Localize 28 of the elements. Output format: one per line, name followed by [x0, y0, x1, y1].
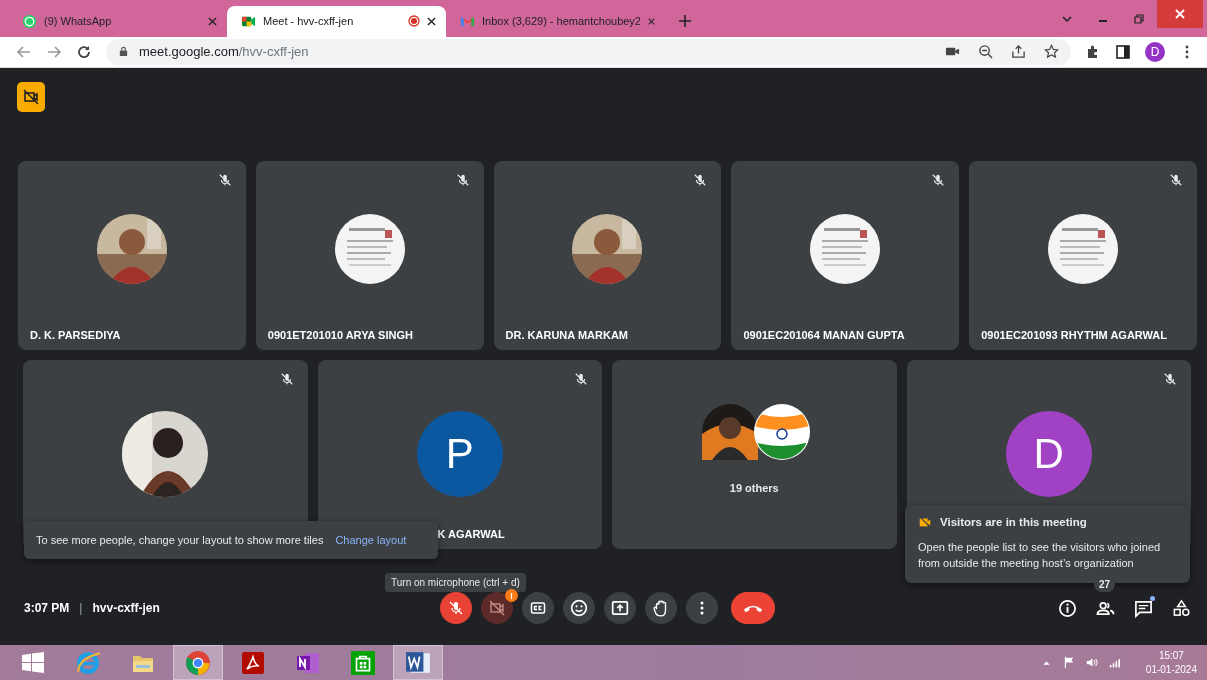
letter-avatar: P: [416, 411, 503, 498]
separator: |: [79, 601, 83, 615]
participant-name: 0901ET201010 ARYA SINGH: [267, 328, 413, 341]
meeting-code: hvv-cxff-jen: [92, 601, 160, 615]
notice-title: Visitors are in this meeting: [940, 515, 1087, 528]
tab-title: Meet - hvv-cxff-jen: [263, 15, 355, 28]
letter-avatar: D: [1005, 411, 1092, 498]
clock-date: 01-01-2024: [1145, 664, 1197, 675]
clock-time: 15:07: [1158, 650, 1184, 661]
participant-name: D. K. PARSEDIYA: [30, 328, 121, 341]
meeting-time: 3:07 PM: [24, 601, 70, 615]
browser-tab[interactable]: Meet - hvv-cxff-jen: [227, 5, 446, 37]
participant-name: DR. KARUNA MARKAM: [505, 328, 628, 341]
tooltip: Turn on microphone (ctrl + d): [385, 572, 526, 592]
browser-tab[interactable]: (9) WhatsApp: [8, 5, 227, 37]
address-field[interactable]: meet.google.com/hvv-cxff-jen: [106, 38, 1071, 65]
notice-text: Open the people list to see the visitors who joined from outside the meeting host’s organization: [918, 539, 1162, 571]
browser-tab[interactable]: Inbox (3,629) - hemantchoubey2: [446, 5, 665, 37]
participant-count: 19 others: [729, 482, 779, 495]
tab-title: Inbox (3,629) - hemantchoubey2: [482, 15, 641, 28]
participant-name: 0901EC201093 RHYTHM AGARWAL: [981, 328, 1168, 341]
change-layout-link[interactable]: Change layout: [335, 533, 407, 546]
toast-message: To see more people, change your layout to show more tiles: [36, 533, 324, 546]
tab-title: (9) WhatsApp: [44, 15, 113, 28]
participant-name: 0901EC201064 MANAN GUPTA: [743, 328, 905, 341]
profile-avatar[interactable]: D: [1145, 41, 1165, 62]
participant-name: K AGARWAL: [437, 527, 505, 540]
url-text: meet.google.com/hvv-cxff-jen: [139, 44, 309, 60]
